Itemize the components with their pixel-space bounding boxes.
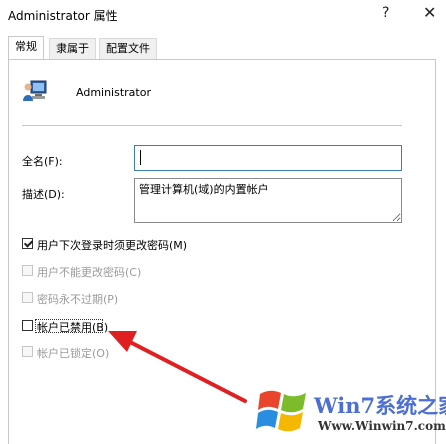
focus-rectangle [35, 319, 103, 333]
close-button[interactable]: ✕ [423, 3, 436, 22]
window-title: Administrator 属性 [8, 9, 118, 23]
checkbox-box [22, 292, 33, 303]
text-caret [140, 150, 141, 165]
watermark-brand: Win7系统之家 [314, 393, 446, 418]
checkbox-label: 帐户已锁定(O) [37, 347, 110, 360]
checkbox-box [22, 346, 33, 357]
account-name: Administrator [76, 86, 151, 99]
tab-general[interactable]: 常规 [8, 36, 44, 60]
description-label: 描述(D): [22, 188, 65, 201]
checkbox-box [22, 265, 33, 276]
watermark-url: Www.Winwin7.com [318, 419, 446, 433]
checkbox-box[interactable] [22, 320, 33, 331]
description-input[interactable]: 管理计算机(域)的内置帐户 [134, 178, 402, 223]
checkbox-label: 用户不能更改密码(C) [37, 266, 142, 279]
user-account-icon [23, 80, 47, 101]
windows-logo-icon [256, 390, 306, 432]
tab-member-of[interactable]: 隶属于 [49, 38, 96, 59]
checkbox-label: 用户下次登录时须更改密码(M) [37, 239, 188, 252]
checkbox-label: 密码永不过期(P) [37, 293, 119, 306]
separator [22, 125, 402, 126]
help-button[interactable]: ? [382, 5, 389, 21]
title-bar: Administrator 属性 ? ✕ [0, 0, 446, 30]
tab-profile[interactable]: 配置文件 [99, 38, 157, 59]
fullname-input[interactable] [134, 145, 402, 171]
fullname-label: 全名(F): [22, 155, 63, 168]
checkbox-box[interactable] [22, 238, 33, 249]
